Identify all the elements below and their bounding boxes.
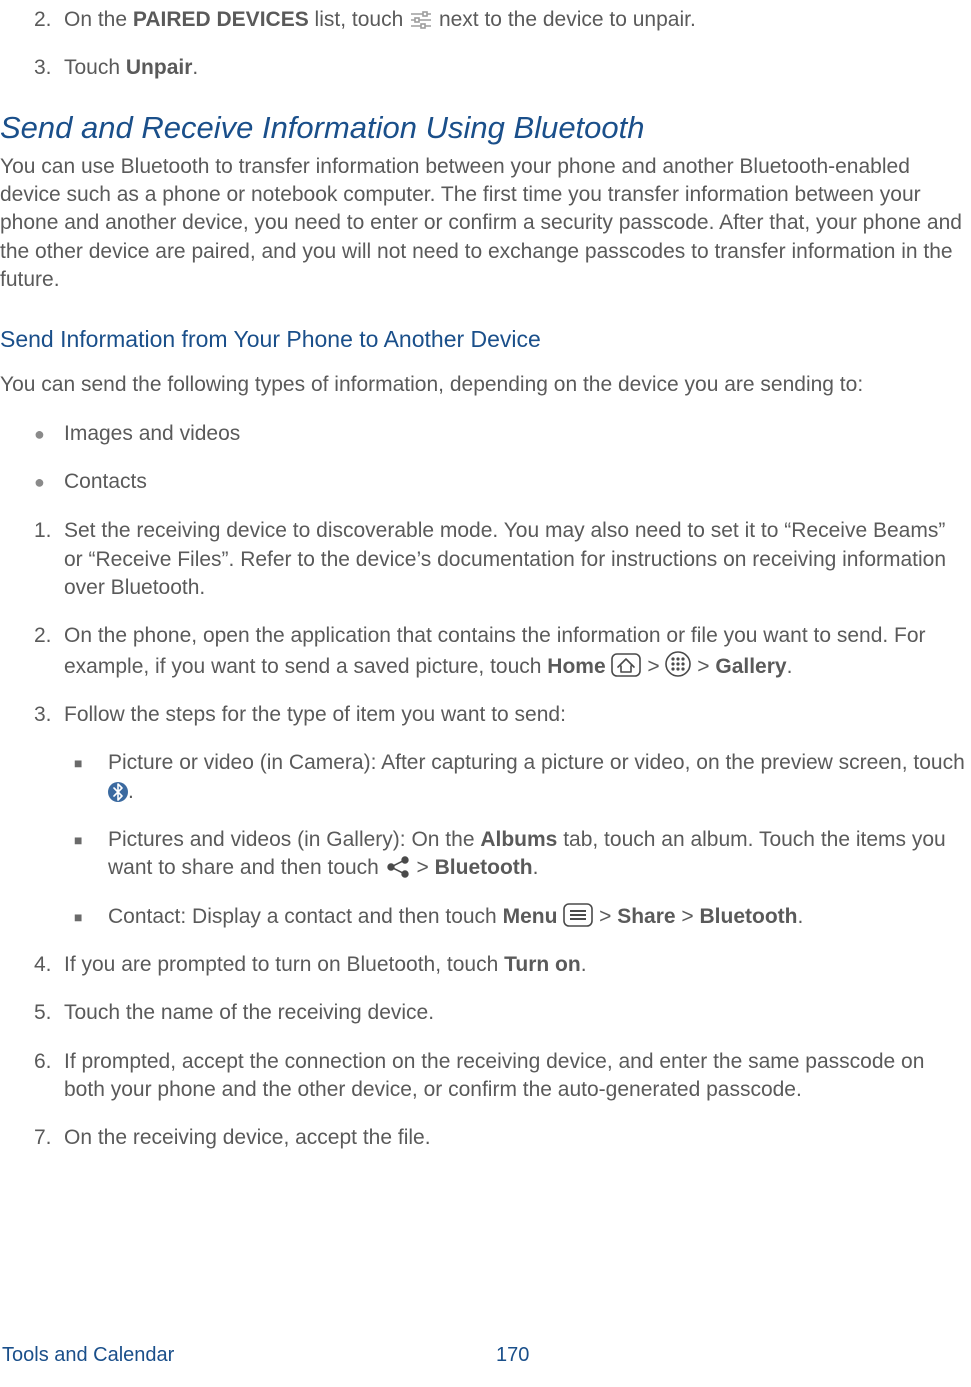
label-home: Home — [547, 655, 605, 678]
step-item: 2. On the phone, open the application th… — [0, 616, 965, 695]
step-text: On the phone, open the application that … — [64, 622, 965, 681]
sub-bullet-text: Contact: Display a contact and then touc… — [108, 903, 965, 931]
step-number: 3. — [34, 54, 64, 82]
step-item: 7. On the receiving device, accept the f… — [0, 1118, 965, 1166]
text: > — [641, 655, 665, 678]
step-number: 3. — [34, 701, 64, 729]
sub-bullet-item: ■ Picture or video (in Camera): After ca… — [0, 743, 965, 820]
step-number: 1. — [34, 517, 64, 602]
step-item: 1. Set the receiving device to discovera… — [0, 511, 965, 616]
bullet-text: Images and videos — [64, 420, 965, 449]
bullet-icon: ■ — [74, 749, 108, 806]
home-icon — [611, 653, 641, 677]
sub-bullet-text: Picture or video (in Camera): After capt… — [108, 749, 965, 806]
apps-grid-icon — [665, 651, 691, 677]
bullet-icon: ● — [34, 468, 64, 497]
step-item: 3. Follow the steps for the type of item… — [0, 695, 965, 743]
sub-bullet-text: Pictures and videos (in Gallery): On the… — [108, 826, 965, 883]
step-number: 2. — [34, 6, 64, 34]
step-text: Touch Unpair. — [64, 54, 965, 82]
heading-send-from-phone: Send Information from Your Phone to Anot… — [0, 314, 965, 363]
step-number: 2. — [34, 622, 64, 681]
text: On the phone, open the application that … — [64, 624, 926, 677]
label-bluetooth: Bluetooth — [700, 905, 798, 928]
menu-key-icon — [563, 903, 593, 927]
sub-bullet-item: ■ Pictures and videos (in Gallery): On t… — [0, 820, 965, 897]
paragraph: You can use Bluetooth to transfer inform… — [0, 151, 965, 309]
step-text: Follow the steps for the type of item yo… — [64, 701, 965, 729]
text: > — [411, 856, 435, 879]
page-footer: Tools and Calendar 170 — [0, 1342, 971, 1369]
text: . — [533, 856, 539, 879]
step-text: On the receiving device, accept the file… — [64, 1124, 965, 1152]
bullet-icon: ● — [34, 420, 64, 449]
bullet-icon: ■ — [74, 903, 108, 931]
bullet-icon: ■ — [74, 826, 108, 883]
footer-page-number: 170 — [174, 1342, 971, 1369]
share-icon — [385, 856, 411, 878]
label-menu: Menu — [503, 905, 558, 928]
sliders-icon — [409, 10, 433, 30]
text: list, touch — [309, 8, 409, 31]
label-albums: Albums — [480, 828, 557, 851]
bullet-item: ● Contacts — [0, 462, 965, 511]
label-bluetooth: Bluetooth — [435, 856, 533, 879]
bullet-item: ● Images and videos — [0, 414, 965, 463]
step-item: 4. If you are prompted to turn on Blueto… — [0, 945, 965, 993]
text: . — [787, 655, 793, 678]
step-item: 5. Touch the name of the receiving devic… — [0, 993, 965, 1041]
text: . — [192, 56, 198, 79]
step-number: 4. — [34, 951, 64, 979]
label-share: Share — [617, 905, 675, 928]
step-number: 6. — [34, 1048, 64, 1105]
footer-section-title: Tools and Calendar — [0, 1342, 174, 1369]
label-unpair: Unpair — [126, 56, 193, 79]
label-gallery: Gallery — [715, 655, 786, 678]
step-item: 3. Touch Unpair. — [0, 48, 965, 96]
text: If you are prompted to turn on Bluetooth… — [64, 953, 504, 976]
text: Contact: Display a contact and then touc… — [108, 905, 503, 928]
text: > — [593, 905, 617, 928]
step-item: 6. If prompted, accept the connection on… — [0, 1042, 965, 1119]
text: Touch — [64, 56, 126, 79]
step-text: If prompted, accept the connection on th… — [64, 1048, 965, 1105]
text: Picture or video (in Camera): After capt… — [108, 751, 965, 774]
sub-bullet-item: ■ Contact: Display a contact and then to… — [0, 897, 965, 945]
text: Pictures and videos (in Gallery): On the — [108, 828, 480, 851]
step-item: 2. On the PAIRED DEVICES list, touch nex… — [0, 0, 965, 48]
step-number: 5. — [34, 999, 64, 1027]
step-text: On the PAIRED DEVICES list, touch next t… — [64, 6, 965, 34]
step-number: 7. — [34, 1124, 64, 1152]
step-text: Touch the name of the receiving device. — [64, 999, 965, 1027]
text: . — [581, 953, 587, 976]
heading-send-receive-bluetooth: Send and Receive Information Using Bluet… — [0, 103, 965, 151]
label-turn-on: Turn on — [504, 953, 581, 976]
bullet-text: Contacts — [64, 468, 965, 497]
bluetooth-blue-icon — [108, 782, 128, 802]
step-text: Set the receiving device to discoverable… — [64, 517, 965, 602]
text: . — [797, 905, 803, 928]
text: next to the device to unpair. — [433, 8, 696, 31]
text: > — [691, 655, 715, 678]
step-text: If you are prompted to turn on Bluetooth… — [64, 951, 965, 979]
paragraph: You can send the following types of info… — [0, 369, 965, 413]
text: . — [128, 780, 134, 803]
label-paired-devices: PAIRED DEVICES — [133, 8, 309, 31]
text: > — [676, 905, 700, 928]
text: On the — [64, 8, 133, 31]
